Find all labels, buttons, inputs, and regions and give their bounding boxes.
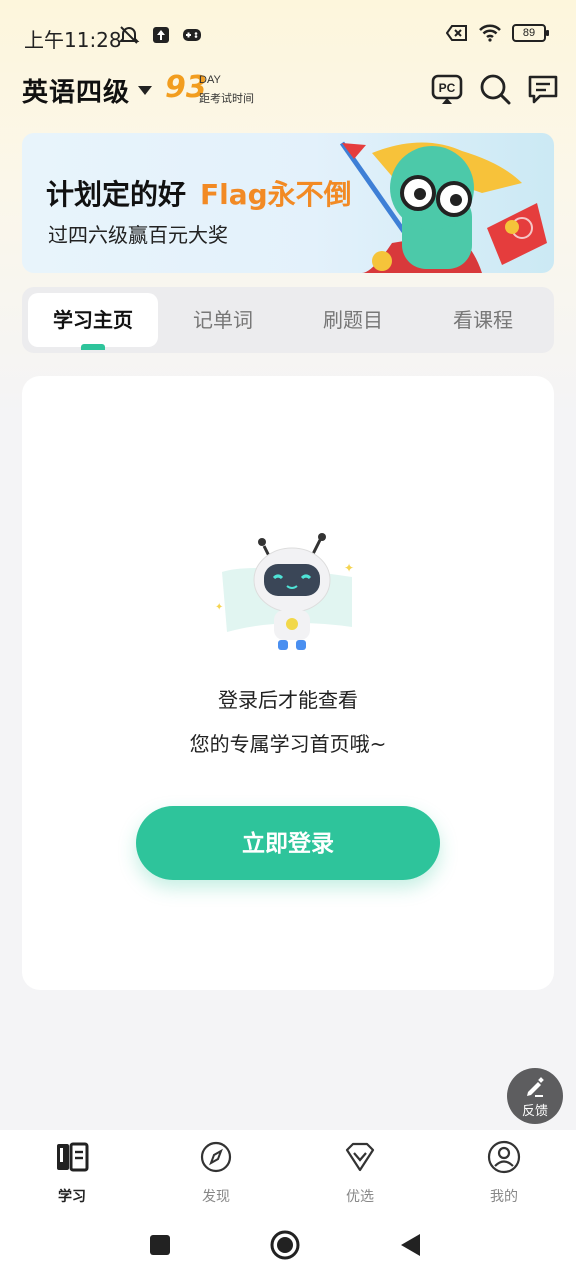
banner-headline-main: 计划定的好 (46, 178, 187, 211)
app-header: 英语四级 93 DAY 距考试时间 PC (0, 70, 576, 112)
robot-mascot-illustration: ✦ ✦ (215, 533, 354, 650)
back-button-icon[interactable] (400, 1233, 422, 1257)
countdown-description: 距考试时间 (199, 92, 254, 105)
diamond-icon (345, 1142, 375, 1172)
banner-subtitle: 过四六级赢百元大奖 (48, 223, 228, 247)
tab-courses[interactable]: 看课程 (418, 293, 548, 347)
wifi-icon (479, 24, 501, 42)
caret-down-icon[interactable] (138, 86, 152, 95)
nav-label-profile: 我的 (490, 1189, 518, 1205)
tab-vocabulary[interactable]: 记单词 (158, 293, 288, 347)
system-navigation-bar (0, 1225, 576, 1265)
svg-text:✦: ✦ (215, 602, 223, 613)
sim-blocked-icon (446, 25, 467, 41)
status-icons-left (118, 24, 202, 46)
home-button-icon[interactable] (270, 1230, 300, 1260)
nav-item-discover[interactable]: 发现 (166, 1140, 266, 1206)
pc-icon[interactable]: PC (430, 72, 464, 106)
login-message-line1: 登录后才能查看 (218, 688, 358, 712)
nav-item-study[interactable]: 学习 (22, 1140, 122, 1206)
promo-banner[interactable]: 计划定的好 Flag永不倒 过四六级赢百元大奖 (22, 133, 554, 273)
bell-muted-icon (118, 26, 140, 44)
compass-icon (200, 1141, 232, 1173)
svg-text:PC: PC (439, 81, 456, 95)
exam-selector[interactable]: 英语四级 (22, 72, 130, 109)
status-icons-right: 89 (446, 24, 549, 42)
feedback-button[interactable]: 反馈 (507, 1068, 563, 1124)
nav-label-discover: 发现 (202, 1189, 230, 1205)
gamepad-icon (183, 29, 201, 41)
status-time: 上午11:28 (24, 28, 122, 52)
tab-study-home[interactable]: 学习主页 (28, 293, 158, 347)
recents-button-icon[interactable] (149, 1234, 171, 1256)
feedback-label: 反馈 (521, 1104, 548, 1119)
nav-label-featured: 优选 (346, 1189, 374, 1205)
mascot-flag-illustration (339, 141, 547, 273)
book-icon (57, 1142, 89, 1172)
login-message-line2: 您的专属学习首页哦~ (189, 732, 387, 756)
tab-practice[interactable]: 刷题目 (288, 293, 418, 347)
search-icon[interactable] (478, 72, 512, 106)
nav-label-study: 学习 (58, 1189, 86, 1205)
upload-icon (153, 27, 169, 43)
battery-indicator: 89 (512, 24, 549, 42)
nav-item-profile[interactable]: 我的 (454, 1140, 554, 1206)
banner-headline-highlight: Flag永不倒 (200, 178, 352, 211)
status-bar: 上午11:28 89 (0, 0, 576, 72)
tab-active-indicator (81, 344, 105, 350)
banner-headline: 计划定的好 Flag永不倒 (46, 173, 352, 213)
login-button[interactable]: 立即登录 (136, 806, 440, 880)
nav-item-featured[interactable]: 优选 (310, 1140, 410, 1206)
edit-icon (527, 1077, 544, 1097)
message-icon[interactable] (526, 72, 560, 106)
profile-icon (487, 1140, 521, 1174)
svg-text:✦: ✦ (344, 561, 354, 575)
countdown-unit: DAY (199, 74, 221, 86)
login-prompt-card: ✦ ✦ 登录后才能查看 您的专属学习首页哦~ 立即登录 (22, 376, 554, 990)
